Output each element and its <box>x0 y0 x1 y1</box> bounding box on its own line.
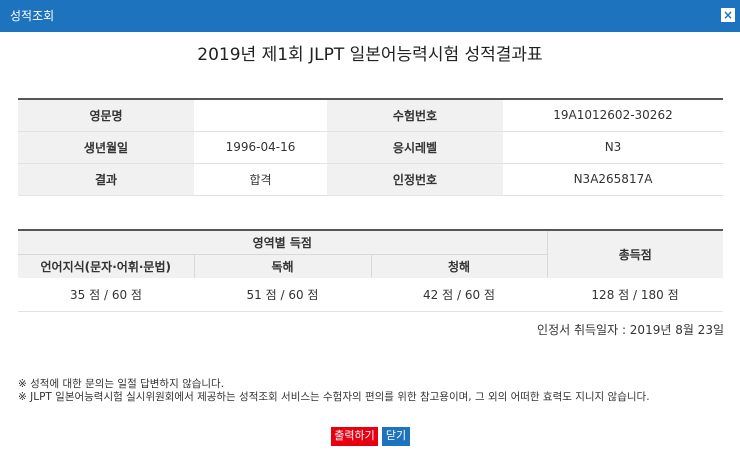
close-icon[interactable]: × <box>721 8 735 22</box>
table-header-row: 영역별 득점 총득점 <box>18 230 724 278</box>
score-dialog: 성적조회 × 2019년 제1회 JLPT 일본어능력시험 성적결과표 영문명 … <box>0 0 740 463</box>
notice-item: ※ 성적에 대한 문의는 일절 답변하지 않습니다. <box>18 378 225 390</box>
certificate-number-value: N3A265817A <box>503 163 723 196</box>
birth-date-label: 생년월일 <box>18 131 194 164</box>
result-label: 결과 <box>18 163 194 196</box>
exam-number-label: 수험번호 <box>327 99 503 132</box>
listening-header: 청해 <box>370 254 548 278</box>
total-score: 128 점 / 180 점 <box>547 278 724 312</box>
birth-date-value: 1996-04-16 <box>194 131 327 164</box>
print-button[interactable]: 출력하기 <box>331 427 378 446</box>
reading-score: 51 점 / 60 점 <box>194 278 371 312</box>
exam-number-value: 19A1012602-30262 <box>503 99 723 132</box>
result-value: 합격 <box>194 163 327 196</box>
vocab-grammar-score: 35 점 / 60 점 <box>18 278 194 312</box>
name-value <box>194 99 327 132</box>
dialog-title: 성적조회 <box>10 9 55 23</box>
total-score-header: 총득점 <box>546 230 724 278</box>
dialog-titlebar: 성적조회 × <box>0 0 740 32</box>
certificate-number-label: 인정번호 <box>327 163 503 196</box>
table-row: 생년월일 1996-04-16 응시레벨 N3 <box>18 131 723 164</box>
examinee-info-table: 영문명 수험번호 19A1012602-30262 생년월일 1996-04-1… <box>18 98 723 196</box>
table-row: 결과 합격 인정번호 N3A265817A <box>18 163 723 196</box>
certificate-issue-date: 인정서 취득일자 : 2019년 8월 23일 <box>537 323 724 337</box>
exam-level-label: 응시레벨 <box>327 131 503 164</box>
score-table: 영역별 득점 총득점 언어지식(문자·어휘·문법) 독해 청해 35 점 / 6… <box>18 229 724 312</box>
exam-level-value: N3 <box>503 131 723 164</box>
notice-list: ※ 성적에 대한 문의는 일절 답변하지 않습니다. ※ JLPT 일본어능력시… <box>18 378 650 404</box>
reading-header: 독해 <box>193 254 371 278</box>
section-scores-header: 영역별 득점 <box>18 230 548 255</box>
report-title: 2019년 제1회 JLPT 일본어능력시험 성적결과표 <box>197 45 543 65</box>
notice-item: ※ JLPT 일본어능력시험 실시위원회에서 제공하는 성적조회 서비스는 수험… <box>18 391 650 403</box>
name-label: 영문명 <box>18 99 194 132</box>
table-row: 35 점 / 60 점 51 점 / 60 점 42 점 / 60 점 128 … <box>18 278 724 312</box>
close-button[interactable]: 닫기 <box>382 427 410 446</box>
vocab-grammar-header: 언어지식(문자·어휘·문법) <box>18 254 194 278</box>
listening-score: 42 점 / 60 점 <box>371 278 548 312</box>
table-row: 영문명 수험번호 19A1012602-30262 <box>18 99 723 132</box>
